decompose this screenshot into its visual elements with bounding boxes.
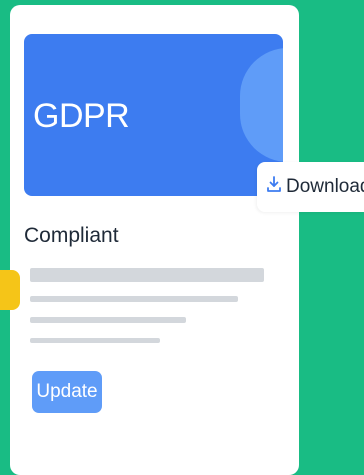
banner-title: GDPR	[33, 97, 130, 135]
placeholder-line	[30, 317, 186, 323]
download-label: Download	[286, 176, 364, 197]
download-button[interactable]: Download	[257, 162, 364, 212]
download-icon	[266, 175, 286, 199]
card-banner: GDPR	[24, 34, 283, 196]
placeholder-line	[30, 338, 160, 343]
placeholder-line	[30, 296, 238, 302]
side-marker	[0, 270, 20, 310]
update-button[interactable]: Update	[32, 371, 102, 413]
banner-decoration	[240, 48, 283, 162]
status-label: Compliant	[24, 224, 119, 247]
placeholder-line	[30, 268, 264, 282]
